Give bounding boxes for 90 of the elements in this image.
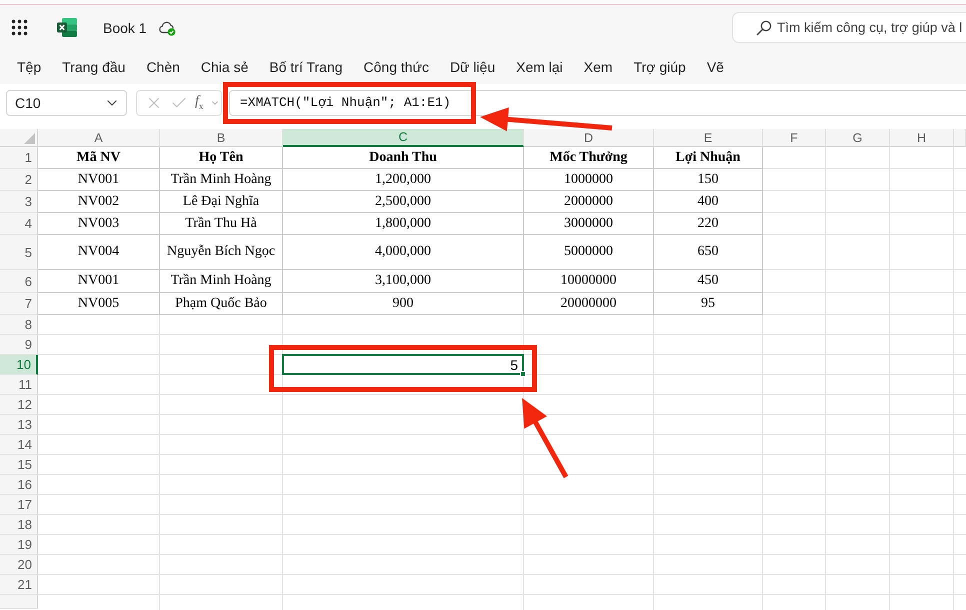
ribbon-tab[interactable]: Chia sẻ — [200, 59, 248, 75]
table-cell: 2,500,000 — [283, 191, 524, 213]
column-title: Lợi Nhuận — [654, 147, 763, 169]
table-cell: 450 — [654, 270, 763, 293]
row-header[interactable]: 8 — [0, 315, 38, 335]
ribbon-tab[interactable]: Xem lại — [516, 59, 563, 75]
column-title: Họ Tên — [160, 147, 283, 169]
table-cell: 95 — [654, 293, 763, 315]
row-header[interactable]: 20 — [0, 555, 38, 575]
row-header[interactable]: 18 — [0, 515, 38, 535]
selected-cell: 5 — [282, 354, 524, 375]
column-header[interactable]: G — [826, 129, 890, 147]
row-header[interactable]: 1 — [0, 147, 38, 169]
row-header[interactable]: 14 — [0, 435, 38, 455]
table-cell: 5000000 — [524, 235, 654, 270]
fill-handle-icon[interactable] — [520, 371, 526, 377]
table-cell: 2000000 — [524, 191, 654, 213]
row-header[interactable]: 11 — [0, 375, 38, 395]
table-cell: Phạm Quốc Bảo — [160, 293, 283, 315]
row-header[interactable]: 9 — [0, 335, 38, 355]
row-header[interactable]: 17 — [0, 495, 38, 515]
column-header[interactable]: B — [160, 129, 283, 147]
app-launcher-icon[interactable] — [11, 19, 28, 36]
table-cell: NV003 — [38, 213, 160, 235]
row-header[interactable]: 7 — [0, 293, 38, 315]
row-header[interactable]: 6 — [0, 270, 38, 293]
table-cell: 1,200,000 — [283, 169, 524, 191]
row-header[interactable]: 2 — [0, 169, 38, 191]
row-header[interactable]: 15 — [0, 455, 38, 475]
table-cell: 400 — [654, 191, 763, 213]
row-header[interactable]: 19 — [0, 535, 38, 555]
column-header[interactable]: C — [283, 129, 524, 147]
ribbon-tab[interactable]: Bố trí Trang — [269, 59, 343, 75]
document-title[interactable]: Book 1 — [103, 20, 147, 36]
table-cell: NV001 — [38, 270, 160, 293]
column-header[interactable] — [954, 129, 966, 147]
triangle-icon — [24, 133, 35, 144]
row-header[interactable]: 21 — [0, 575, 38, 595]
table-cell: 3000000 — [524, 213, 654, 235]
table-cell: 3,100,000 — [283, 270, 524, 293]
table-cell: 650 — [654, 235, 763, 270]
ribbon-tab[interactable]: Xem — [584, 59, 613, 75]
search-icon — [756, 20, 772, 36]
table-cell: NV004 — [38, 235, 160, 270]
ribbon-tab[interactable]: Vẽ — [706, 59, 724, 75]
formula-field[interactable]: =XMATCH("Lợi Nhuận"; A1:E1) — [229, 90, 966, 116]
table-cell: 150 — [654, 169, 763, 191]
column-header[interactable]: D — [524, 129, 654, 147]
table-cell: 4,000,000 — [283, 235, 524, 270]
column-header[interactable]: H — [890, 129, 954, 147]
table-cell: 1,800,000 — [283, 213, 524, 235]
table-cell: 20000000 — [524, 293, 654, 315]
row-header[interactable]: 13 — [0, 415, 38, 435]
table-cell: NV002 — [38, 191, 160, 213]
ribbon-tab[interactable]: Tệp — [17, 59, 42, 75]
row-header[interactable]: 12 — [0, 395, 38, 415]
ribbon-tab[interactable]: Trang đầu — [62, 59, 126, 75]
table-cell: Lê Đại Nghĩa — [160, 191, 283, 213]
cloud-saved-icon[interactable] — [158, 20, 176, 36]
row-header[interactable]: 3 — [0, 191, 38, 213]
ribbon-tab[interactable]: Chèn — [146, 59, 180, 75]
spreadsheet-logo-icon — [57, 18, 77, 37]
column-header[interactable]: E — [654, 129, 763, 147]
table-cell: NV001 — [38, 169, 160, 191]
row-header[interactable]: 4 — [0, 213, 38, 235]
column-title: Mốc Thưởng — [524, 147, 654, 169]
search-field[interactable]: Tìm kiếm công cụ, trợ giúp và l — [732, 12, 966, 43]
column-header[interactable]: A — [38, 129, 160, 147]
ribbon-tab[interactable]: Trợ giúp — [634, 59, 686, 75]
name-box[interactable]: C10 — [6, 90, 127, 116]
column-title: Mã NV — [38, 147, 160, 169]
select-all-button[interactable] — [0, 129, 38, 147]
table-cell: Nguyễn Bích Ngọc — [160, 235, 283, 270]
table-cell: Trần Minh Hoàng — [160, 169, 283, 191]
table-cell: 10000000 — [524, 270, 654, 293]
insert-function-button[interactable]: f$_{x}$ — [195, 94, 204, 111]
column-header[interactable]: F — [763, 129, 826, 147]
column-title: Doanh Thu — [283, 147, 524, 169]
ribbon-tab[interactable]: Công thức — [364, 59, 429, 75]
ribbon-tab[interactable]: Dữ liệu — [450, 59, 496, 75]
row-header[interactable] — [0, 595, 38, 609]
table-cell: 1000000 — [524, 169, 654, 191]
table-cell: NV005 — [38, 293, 160, 315]
row-header[interactable]: 16 — [0, 475, 38, 495]
table-cell: Trần Minh Hoàng — [160, 270, 283, 293]
table-cell: Trần Thu Hà — [160, 213, 283, 235]
row-header[interactable]: 10 — [0, 355, 38, 375]
table-cell: 900 — [283, 293, 524, 315]
table-cell: 220 — [654, 213, 763, 235]
row-header[interactable]: 5 — [0, 235, 38, 270]
